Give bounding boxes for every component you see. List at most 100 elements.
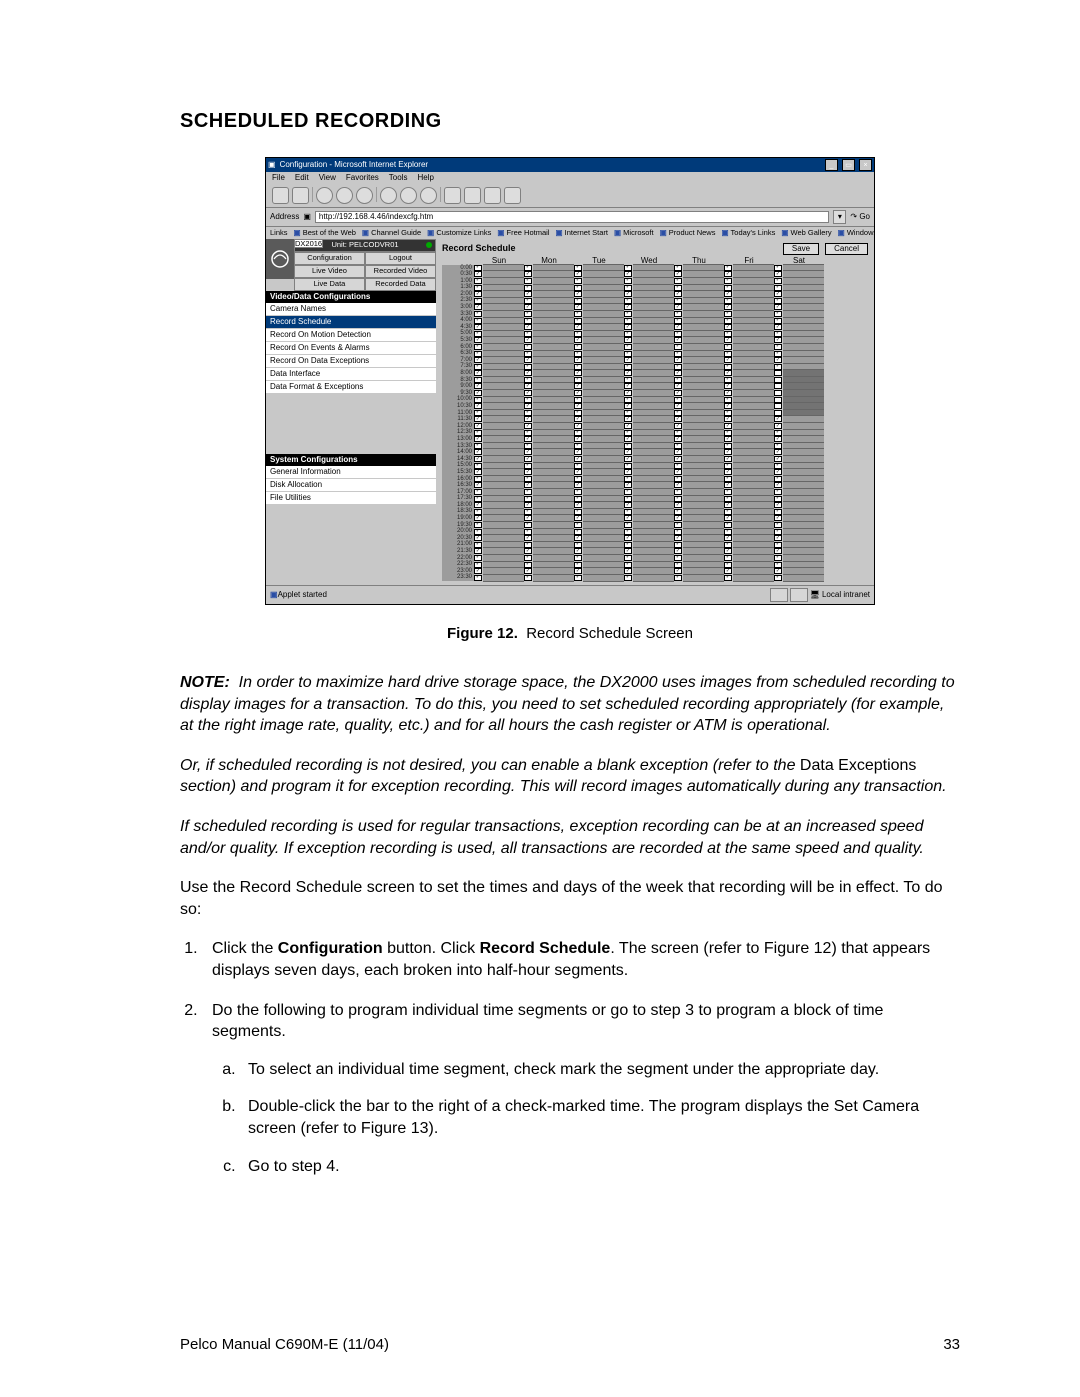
schedule-checkbox[interactable]: ✓: [624, 542, 632, 548]
schedule-checkbox[interactable]: ✓: [724, 397, 732, 403]
schedule-checkbox[interactable]: ✓: [674, 496, 682, 502]
schedule-checkbox[interactable]: ✓: [524, 416, 532, 422]
schedule-checkbox[interactable]: ✓: [474, 390, 482, 396]
schedule-checkbox[interactable]: ✓: [474, 410, 482, 416]
schedule-checkbox[interactable]: ✓: [624, 403, 632, 409]
schedule-checkbox[interactable]: ✓: [474, 423, 482, 429]
schedule-checkbox[interactable]: ✓: [474, 529, 482, 535]
schedule-checkbox[interactable]: ✓: [674, 489, 682, 495]
schedule-checkbox[interactable]: ✓: [724, 575, 732, 581]
schedule-checkbox[interactable]: ✓: [524, 482, 532, 488]
schedule-checkbox[interactable]: ✓: [574, 529, 582, 535]
schedule-checkbox[interactable]: ✓: [524, 265, 532, 271]
schedule-checkbox[interactable]: ✓: [624, 324, 632, 330]
schedule-checkbox[interactable]: ✓: [524, 555, 532, 561]
schedule-checkbox[interactable]: ✓: [524, 390, 532, 396]
schedule-checkbox[interactable]: ✓: [574, 436, 582, 442]
schedule-checkbox[interactable]: ✓: [524, 311, 532, 317]
schedule-checkbox[interactable]: ✓: [474, 509, 482, 515]
schedule-checkbox[interactable]: ✓: [674, 522, 682, 528]
schedule-checkbox[interactable]: ✓: [474, 562, 482, 568]
schedule-checkbox[interactable]: ✓: [474, 449, 482, 455]
schedule-checkbox[interactable]: ✓: [674, 344, 682, 350]
schedule-checkbox[interactable]: ✓: [674, 469, 682, 475]
print-button[interactable]: [464, 187, 481, 204]
schedule-checkbox[interactable]: ✓: [524, 575, 532, 581]
schedule-checkbox[interactable]: ✓: [574, 575, 582, 581]
schedule-checkbox[interactable]: ✓: [724, 443, 732, 449]
schedule-checkbox[interactable]: ✓: [524, 403, 532, 409]
schedule-checkbox[interactable]: ✓: [674, 423, 682, 429]
schedule-checkbox[interactable]: ✓: [674, 535, 682, 541]
schedule-checkbox[interactable]: ✓: [574, 502, 582, 508]
schedule-checkbox[interactable]: ✓: [624, 548, 632, 554]
schedule-checkbox[interactable]: ✓: [524, 318, 532, 324]
schedule-checkbox[interactable]: [774, 370, 782, 376]
schedule-checkbox[interactable]: ✓: [724, 364, 732, 370]
schedule-checkbox[interactable]: ✓: [524, 423, 532, 429]
linkbar-item[interactable]: ▣ Windows Media: [838, 229, 874, 237]
schedule-checkbox[interactable]: ✓: [774, 529, 782, 535]
schedule-checkbox[interactable]: ✓: [474, 370, 482, 376]
schedule-cell[interactable]: ✓: [524, 574, 574, 581]
schedule-checkbox[interactable]: ✓: [774, 364, 782, 370]
schedule-checkbox[interactable]: ✓: [724, 430, 732, 436]
schedule-checkbox[interactable]: ✓: [724, 568, 732, 574]
schedule-checkbox[interactable]: ✓: [624, 502, 632, 508]
schedule-checkbox[interactable]: ✓: [524, 331, 532, 337]
schedule-checkbox[interactable]: ✓: [724, 390, 732, 396]
schedule-checkbox[interactable]: ✓: [724, 522, 732, 528]
schedule-checkbox[interactable]: ✓: [724, 377, 732, 383]
schedule-checkbox[interactable]: ✓: [674, 298, 682, 304]
schedule-checkbox[interactable]: ✓: [474, 489, 482, 495]
schedule-checkbox[interactable]: ✓: [674, 397, 682, 403]
schedule-checkbox[interactable]: ✓: [774, 331, 782, 337]
schedule-checkbox[interactable]: ✓: [624, 469, 632, 475]
schedule-checkbox[interactable]: ✓: [624, 357, 632, 363]
schedule-checkbox[interactable]: ✓: [774, 357, 782, 363]
sidebar-item[interactable]: Record On Events & Alarms: [266, 342, 436, 355]
schedule-checkbox[interactable]: ✓: [624, 278, 632, 284]
schedule-checkbox[interactable]: ✓: [574, 324, 582, 330]
schedule-checkbox[interactable]: ✓: [574, 410, 582, 416]
schedule-checkbox[interactable]: ✓: [724, 555, 732, 561]
schedule-checkbox[interactable]: ✓: [474, 515, 482, 521]
menu-favorites[interactable]: Favorites: [346, 174, 379, 182]
schedule-checkbox[interactable]: ✓: [474, 298, 482, 304]
schedule-checkbox[interactable]: ✓: [574, 548, 582, 554]
schedule-checkbox[interactable]: ✓: [624, 430, 632, 436]
schedule-checkbox[interactable]: ✓: [624, 410, 632, 416]
schedule-checkbox[interactable]: ✓: [724, 529, 732, 535]
schedule-checkbox[interactable]: ✓: [674, 265, 682, 271]
schedule-checkbox[interactable]: ✓: [724, 304, 732, 310]
schedule-checkbox[interactable]: ✓: [524, 436, 532, 442]
schedule-checkbox[interactable]: ✓: [574, 291, 582, 297]
schedule-checkbox[interactable]: ✓: [524, 304, 532, 310]
schedule-checkbox[interactable]: ✓: [624, 509, 632, 515]
schedule-checkbox[interactable]: ✓: [774, 555, 782, 561]
schedule-checkbox[interactable]: ✓: [474, 377, 482, 383]
schedule-checkbox[interactable]: ✓: [574, 271, 582, 277]
schedule-checkbox[interactable]: ✓: [574, 397, 582, 403]
schedule-checkbox[interactable]: ✓: [674, 370, 682, 376]
schedule-checkbox[interactable]: ✓: [574, 383, 582, 389]
schedule-checkbox[interactable]: ✓: [674, 324, 682, 330]
schedule-checkbox[interactable]: ✓: [474, 430, 482, 436]
schedule-checkbox[interactable]: ✓: [674, 502, 682, 508]
schedule-checkbox[interactable]: ✓: [624, 555, 632, 561]
schedule-checkbox[interactable]: ✓: [574, 568, 582, 574]
menu-view[interactable]: View: [319, 174, 336, 182]
schedule-checkbox[interactable]: ✓: [674, 449, 682, 455]
schedule-checkbox[interactable]: ✓: [674, 337, 682, 343]
sidebar-btn-live-video[interactable]: Live Video: [294, 265, 365, 278]
schedule-checkbox[interactable]: ✓: [774, 298, 782, 304]
schedule-checkbox[interactable]: ✓: [574, 304, 582, 310]
schedule-checkbox[interactable]: ✓: [574, 364, 582, 370]
menu-edit[interactable]: Edit: [295, 174, 309, 182]
schedule-checkbox[interactable]: ✓: [774, 337, 782, 343]
schedule-checkbox[interactable]: ✓: [624, 463, 632, 469]
schedule-checkbox[interactable]: ✓: [724, 416, 732, 422]
sidebar-btn-recorded-data[interactable]: Recorded Data: [365, 278, 436, 291]
schedule-checkbox[interactable]: ✓: [724, 291, 732, 297]
schedule-checkbox[interactable]: ✓: [624, 449, 632, 455]
